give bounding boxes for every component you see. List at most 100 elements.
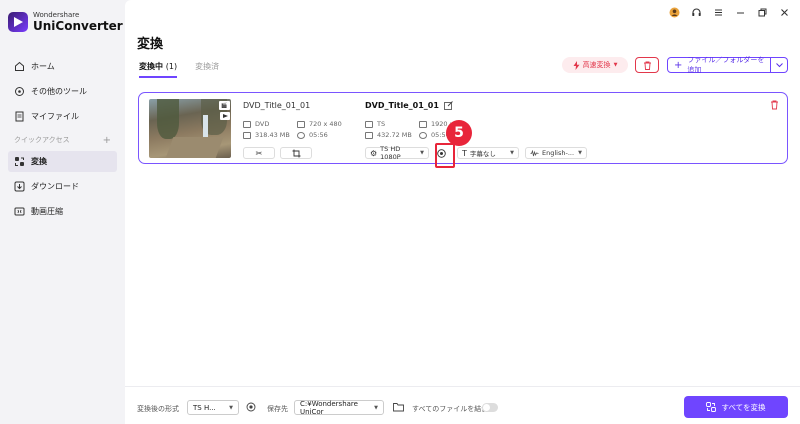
output-format-select-value: TS H... — [193, 403, 216, 412]
folder-icon — [243, 131, 251, 139]
subtitle-value: 字幕なし — [469, 150, 496, 158]
add-files-dropdown[interactable] — [771, 57, 788, 73]
sidebar-item-tools[interactable]: その他のツール — [8, 81, 117, 102]
crop-icon — [292, 149, 301, 158]
clapperboard-icon: 🎬 — [219, 101, 230, 110]
sidebar-item-label: 動画圧縮 — [31, 207, 63, 216]
trash-icon — [643, 61, 652, 70]
sidebar-nav: ホーム その他のツール マイファイル クイックアクセス + 変換 ダウンロード … — [8, 56, 117, 226]
crop-button[interactable] — [280, 147, 312, 159]
save-path-value: C:¥Wondershare UniCor — [300, 399, 358, 416]
convert-all-button[interactable]: すべてを変換 — [684, 396, 788, 418]
output-format-select[interactable]: TS H... ▼ — [187, 400, 239, 415]
sidebar-item-myfiles[interactable]: マイファイル — [8, 106, 117, 127]
video-format-icon — [243, 120, 251, 128]
minimize-icon[interactable] — [734, 6, 746, 18]
sidebar-item-label: マイファイル — [31, 112, 79, 121]
output-file-name-row: DVD_Title_01_01 — [365, 101, 453, 110]
play-icon[interactable] — [220, 112, 230, 120]
chevron-down-icon — [775, 62, 783, 68]
convert-tabs: 変換中 (1) 変換済 — [139, 61, 219, 78]
tab-label: 変換中 — [139, 62, 163, 71]
output-format-label: 変換後の形式 — [137, 405, 179, 413]
account-icon[interactable] — [668, 6, 680, 18]
sidebar-item-label: その他のツール — [31, 87, 87, 96]
tab-converted[interactable]: 変換済 — [195, 61, 219, 78]
clock-icon — [419, 131, 427, 139]
sidebar-item-download[interactable]: ダウンロード — [8, 176, 117, 197]
sidebar-item-label: ホーム — [31, 62, 55, 71]
main-panel: 変換 変換中 (1) 変換済 高速変換 ▼ + ファイル／フォルダーを追加 🎬 … — [125, 0, 800, 424]
remove-item-icon[interactable] — [770, 100, 779, 110]
sidebar: Wondershare UniConverter ホーム その他のツール マイフ… — [0, 0, 125, 424]
tools-icon — [14, 86, 25, 97]
caret-down-icon: ▼ — [578, 150, 582, 156]
edit-name-icon[interactable] — [444, 101, 453, 110]
format-settings-icon[interactable] — [246, 402, 256, 412]
lightning-icon — [573, 60, 580, 70]
output-file-name: DVD_Title_01_01 — [365, 101, 439, 110]
caret-down-icon: ▼ — [229, 404, 233, 411]
output-preset-select[interactable]: ⚙ TS HD 1080P ▼ — [365, 145, 429, 161]
menu-icon[interactable] — [712, 6, 724, 18]
folder-open-icon[interactable] — [393, 402, 404, 412]
caret-down-icon: ▼ — [510, 150, 514, 156]
sidebar-item-convert[interactable]: 変換 — [8, 151, 117, 172]
video-thumbnail[interactable]: 🎬 — [149, 99, 231, 158]
output-format: TS — [365, 120, 385, 128]
source-file-name: DVD_Title_01_01 — [243, 101, 311, 110]
output-format-value: TS — [377, 120, 386, 128]
quick-access-add-icon[interactable]: + — [103, 135, 111, 146]
sidebar-item-label: 変換 — [31, 157, 47, 166]
output-size-value: 432.72 MB — [377, 131, 412, 139]
delete-all-button[interactable] — [635, 57, 659, 73]
trim-button[interactable]: ✂ — [243, 147, 275, 159]
caret-down-icon: ▼ — [420, 150, 424, 156]
convert-icon — [14, 156, 25, 167]
window-controls — [668, 6, 790, 18]
tab-label: 変換済 — [195, 62, 220, 71]
source-resolution: 720 x 480 — [297, 120, 342, 128]
audio-track-select[interactable]: English-... ▼ — [525, 147, 587, 159]
sidebar-item-label: ダウンロード — [31, 182, 79, 191]
plus-icon: + — [674, 59, 683, 71]
app-logo: Wondershare UniConverter — [8, 12, 123, 32]
add-files-label: ファイル／フォルダーを追加 — [687, 56, 765, 74]
audio-wave-icon — [530, 149, 539, 157]
save-to-label: 保存先 — [267, 405, 288, 413]
folder-icon — [365, 131, 373, 139]
text-icon: T — [462, 148, 467, 158]
footer-bar: 変換後の形式 TS H... ▼ 保存先 C:¥Wondershare UniC… — [125, 386, 800, 424]
settings-icon: ⚙ — [370, 148, 378, 158]
fast-convert-label: 高速変換 — [582, 61, 611, 69]
output-preset-value: TS HD 1080P — [380, 145, 401, 161]
logo-product: UniConverter — [33, 19, 123, 33]
fast-convert-button[interactable]: 高速変換 ▼ — [562, 57, 628, 73]
support-headset-icon[interactable] — [690, 6, 702, 18]
video-format-icon — [365, 120, 373, 128]
resolution-icon — [419, 120, 427, 128]
subtitle-select[interactable]: T 字幕なし ▼ — [457, 147, 519, 159]
save-path-select[interactable]: C:¥Wondershare UniCor ▼ — [294, 399, 384, 416]
restore-icon[interactable] — [756, 6, 768, 18]
sidebar-item-home[interactable]: ホーム — [8, 56, 117, 77]
convert-icon — [706, 402, 717, 412]
merge-files-toggle[interactable] — [482, 403, 498, 412]
close-icon[interactable] — [778, 6, 790, 18]
file-icon — [14, 111, 25, 122]
clock-icon — [297, 131, 305, 139]
step-number-badge: 5 — [446, 120, 472, 146]
page-title: 変換 — [137, 37, 164, 52]
resolution-icon — [297, 120, 305, 128]
source-duration-value: 05:56 — [309, 131, 328, 139]
quick-access-label: クイックアクセス — [14, 136, 70, 144]
scissors-icon: ✂ — [255, 148, 263, 158]
sidebar-item-compress[interactable]: 動画圧縮 — [8, 201, 117, 222]
convert-all-label: すべてを変換 — [721, 402, 766, 412]
add-files-button[interactable]: + ファイル／フォルダーを追加 — [667, 56, 771, 74]
source-resolution-value: 720 x 480 — [309, 120, 342, 128]
download-icon — [14, 181, 25, 192]
tab-converting[interactable]: 変換中 (1) — [139, 61, 178, 78]
source-format-value: DVD — [255, 120, 270, 128]
source-format: DVD — [243, 120, 269, 128]
